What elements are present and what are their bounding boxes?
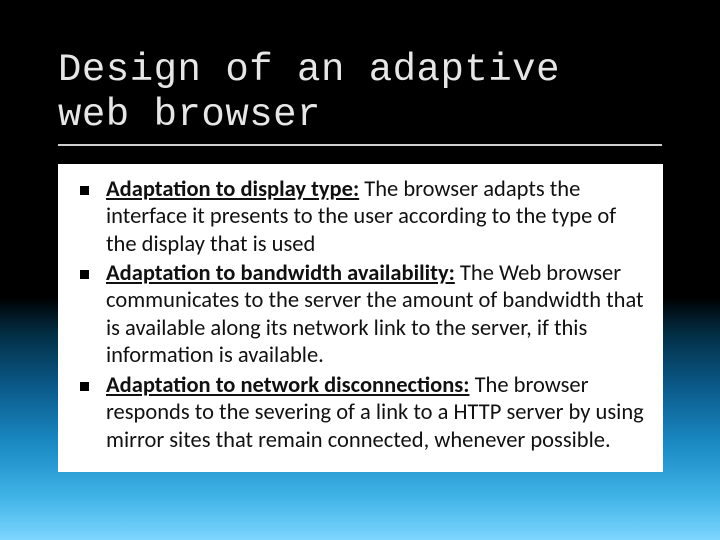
list-item: Adaptation to display type: The browser …: [70, 176, 645, 258]
list-item: Adaptation to bandwidth availability: Th…: [70, 260, 645, 370]
list-item: Adaptation to network disconnections: Th…: [70, 372, 645, 454]
bullet-lead: Adaptation to bandwidth availability:: [106, 260, 455, 287]
title-rule: [58, 144, 662, 146]
bullet-lead: Adaptation to network disconnections:: [106, 372, 469, 399]
content-block: Adaptation to display type: The browser …: [58, 164, 663, 472]
slide: Design of an adaptive web browser Adapta…: [0, 0, 720, 540]
bullet-list: Adaptation to display type: The browser …: [66, 176, 645, 454]
slide-title: Design of an adaptive web browser: [58, 48, 662, 138]
bullet-lead: Adaptation to display type:: [106, 176, 359, 203]
